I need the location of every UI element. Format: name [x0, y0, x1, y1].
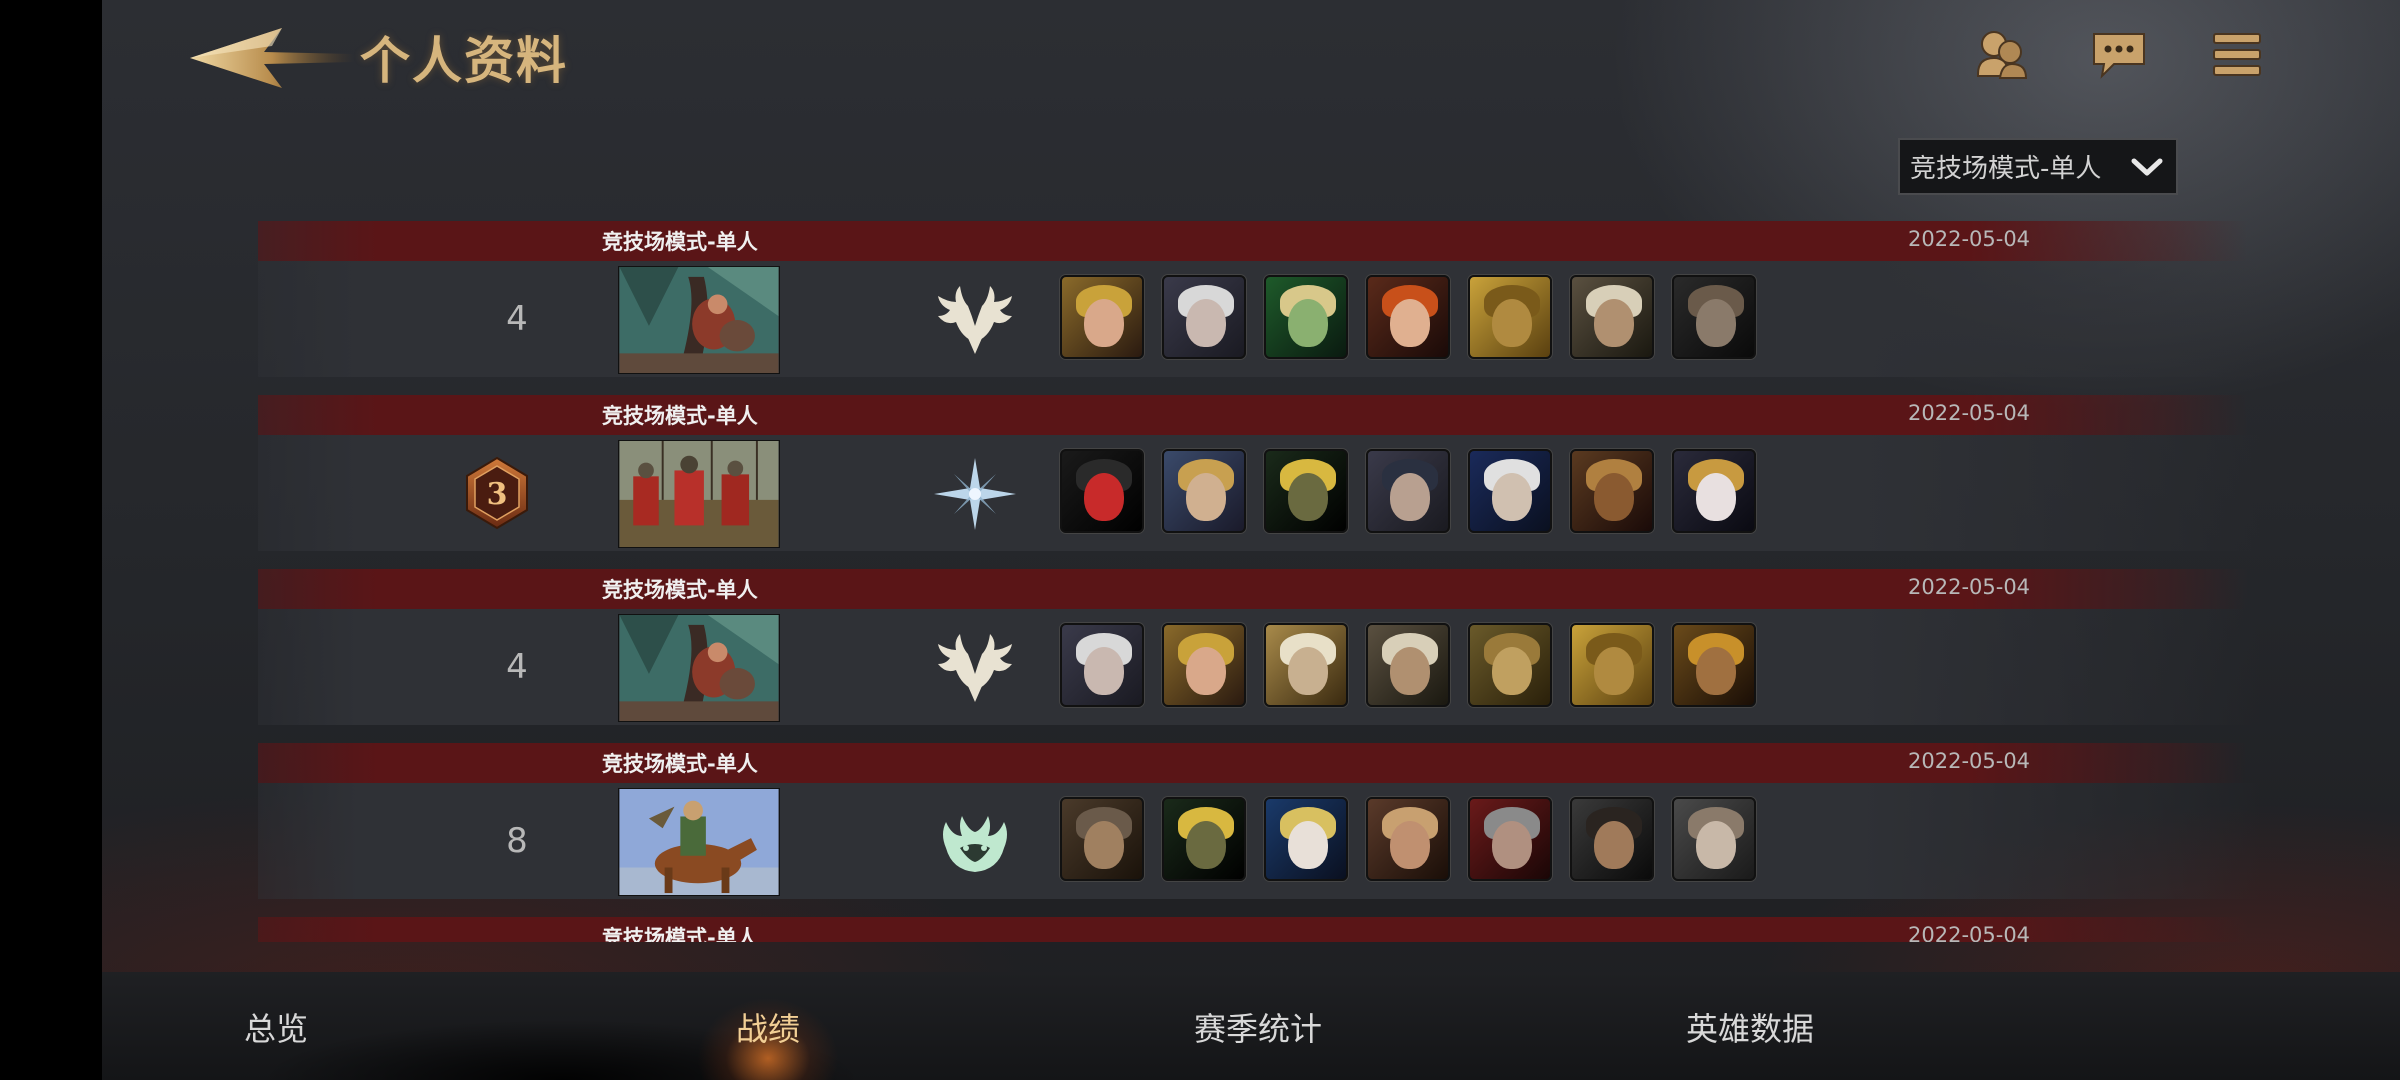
hero-portrait[interactable]	[1060, 449, 1144, 533]
tab-hero-data[interactable]: 英雄数据	[1600, 994, 1900, 1060]
match-mode: 竞技场模式-单人	[602, 926, 758, 942]
match-rank: 4	[506, 647, 528, 687]
hero-portrait[interactable]	[1570, 797, 1654, 881]
hero-portrait[interactable]	[1162, 623, 1246, 707]
hero-portrait[interactable]	[1570, 623, 1654, 707]
match-mode: 竞技场模式-单人	[602, 230, 758, 254]
army-map-image	[619, 441, 779, 547]
rank-badge-icon: 3	[466, 456, 528, 530]
hero-portrait[interactable]	[1162, 275, 1246, 359]
hero-portrait[interactable]	[1570, 275, 1654, 359]
chevron-down-icon	[2131, 158, 2163, 175]
profile-screen: 个人资料 竞技场模式-单人 竞技场模式-单人 2022-05-04 4 竞技场模…	[102, 0, 2400, 1080]
hero-portrait[interactable]	[1060, 623, 1144, 707]
match-row[interactable]: 竞技场模式-单人 2022-05-04	[102, 914, 2400, 942]
hero-portrait[interactable]	[1366, 623, 1450, 707]
match-mode: 竞技场模式-单人	[602, 578, 758, 602]
hero-portrait[interactable]	[1468, 275, 1552, 359]
friends-icon[interactable]	[1972, 28, 2030, 80]
hero-portrait[interactable]	[1162, 449, 1246, 533]
hero-portrait[interactable]	[1468, 623, 1552, 707]
hero-portrait[interactable]	[1162, 797, 1246, 881]
match-date: 2022-05-04	[1908, 923, 2031, 942]
antler-faction-icon	[938, 286, 1012, 354]
hero-portrait[interactable]	[1672, 623, 1756, 707]
hero-portrait[interactable]	[1264, 275, 1348, 359]
match-mode: 竞技场模式-单人	[602, 752, 758, 776]
hero-portrait[interactable]	[1570, 449, 1654, 533]
bottom-tab-bar: 总览 战绩 赛季统计 英雄数据	[102, 972, 2400, 1080]
match-date: 2022-05-04	[1908, 575, 2031, 599]
match-rank: 8	[506, 821, 528, 861]
hero-portrait[interactable]	[1672, 275, 1756, 359]
hero-portrait[interactable]	[1366, 797, 1450, 881]
hero-portrait[interactable]	[1366, 449, 1450, 533]
map-thumbnail	[618, 788, 780, 896]
hero-lineup	[1060, 449, 1756, 533]
match-date: 2022-05-04	[1908, 749, 2031, 773]
hero-portrait[interactable]	[1264, 449, 1348, 533]
forest-map-image	[619, 267, 779, 373]
antler-faction-icon	[938, 634, 1012, 702]
menu-icon[interactable]	[2208, 28, 2266, 80]
match-list[interactable]: 竞技场模式-单人 2022-05-04 4 竞技场模式-单人 2022-05-0…	[102, 218, 2400, 942]
map-thumbnail	[618, 266, 780, 374]
match-row[interactable]: 竞技场模式-单人 2022-05-04 4	[102, 218, 2400, 392]
hero-portrait[interactable]	[1672, 797, 1756, 881]
mode-dropdown-value: 竞技场模式-单人	[1910, 154, 2102, 184]
forest-map-image	[619, 615, 779, 721]
hero-portrait[interactable]	[1264, 797, 1348, 881]
hero-portrait[interactable]	[1468, 797, 1552, 881]
rider-map-image	[619, 789, 779, 895]
hero-portrait[interactable]	[1366, 275, 1450, 359]
star-faction-icon	[934, 458, 1016, 530]
hero-portrait[interactable]	[1468, 449, 1552, 533]
rank-badge-number: 3	[487, 477, 508, 512]
map-thumbnail	[618, 614, 780, 722]
mode-dropdown[interactable]: 竞技场模式-单人	[1898, 138, 2178, 195]
match-row[interactable]: 竞技场模式-单人 2022-05-04 4	[102, 566, 2400, 740]
match-date: 2022-05-04	[1908, 227, 2031, 251]
hero-lineup	[1060, 797, 1756, 881]
back-button[interactable]: 个人资料	[186, 22, 646, 92]
back-arrow-icon	[190, 28, 354, 88]
tab-match-record[interactable]: 战绩	[618, 994, 918, 1060]
match-rank: 4	[506, 299, 528, 339]
hero-portrait[interactable]	[1264, 623, 1348, 707]
chat-icon[interactable]	[2090, 28, 2148, 80]
page-title: 个人资料	[360, 31, 568, 90]
hero-portrait[interactable]	[1060, 275, 1144, 359]
tab-overview[interactable]: 总览	[126, 994, 426, 1060]
hero-portrait[interactable]	[1060, 797, 1144, 881]
beast-faction-icon	[943, 816, 1007, 872]
map-thumbnail	[618, 440, 780, 548]
hero-lineup	[1060, 275, 1756, 359]
tab-season-stats[interactable]: 赛季统计	[1108, 994, 1408, 1060]
match-row[interactable]: 竞技场模式-单人 2022-05-04 8	[102, 740, 2400, 914]
match-mode: 竞技场模式-单人	[602, 404, 758, 428]
match-date: 2022-05-04	[1908, 401, 2031, 425]
match-row[interactable]: 竞技场模式-单人 2022-05-04 3	[102, 392, 2400, 566]
hero-portrait[interactable]	[1672, 449, 1756, 533]
hero-lineup	[1060, 623, 1756, 707]
